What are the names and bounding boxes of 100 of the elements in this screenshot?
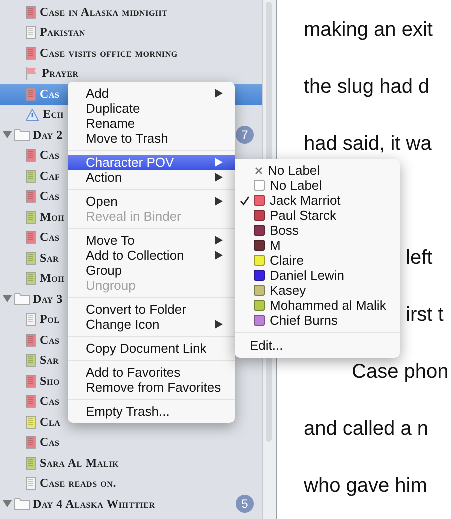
menu-item[interactable]: Convert to Folder <box>68 302 235 317</box>
binder-item[interactable]: Cas <box>0 186 60 207</box>
label-menu-item[interactable]: Mohammed al Malik <box>235 298 400 313</box>
menu-item[interactable]: Rename <box>68 116 235 131</box>
menu-item-label: Add to Collection <box>86 248 184 263</box>
binder-item[interactable]: Sar <box>0 248 60 268</box>
menu-item-label: Paul Starck <box>270 208 336 223</box>
label-menu-item[interactable]: M <box>235 238 400 253</box>
submenu-arrow-icon <box>215 320 223 329</box>
submenu-arrow-icon <box>215 89 223 98</box>
menu-item[interactable]: Group <box>68 263 235 278</box>
text-line: the slug had d <box>304 77 430 97</box>
binder-item[interactable]: Cas <box>0 392 60 412</box>
close-icon <box>254 166 264 176</box>
menu-item-label: Action <box>86 170 122 185</box>
menu-item-label: Ungroup <box>86 278 136 293</box>
label-menu-item[interactable]: Claire <box>235 253 400 268</box>
menu-item[interactable]: Duplicate <box>68 101 235 116</box>
submenu-arrow-icon <box>215 197 223 206</box>
menu-item-label: Duplicate <box>86 101 140 116</box>
binder-item[interactable]: Moh <box>0 207 65 228</box>
binder-item[interactable]: Ech <box>0 104 64 125</box>
binder-item[interactable]: Case in Alaska midnight <box>0 2 168 22</box>
text-line: irst t <box>406 305 444 325</box>
label-menu-item[interactable]: Daniel Lewin <box>235 268 400 283</box>
flag-icon <box>26 67 38 80</box>
text-line: and called a n <box>304 419 429 439</box>
menu-item[interactable]: Add <box>68 86 235 101</box>
binder-item[interactable]: Sho <box>0 371 60 392</box>
binder-item[interactable]: Prayer <box>0 64 79 84</box>
binder-item[interactable]: Case visits office morning <box>0 43 178 64</box>
text-line: left <box>406 248 433 268</box>
menu-item[interactable]: Change Icon <box>68 317 235 332</box>
menu-item[interactable]: Add to Collection <box>68 248 235 263</box>
menu-item[interactable]: Move To <box>68 233 235 248</box>
label-menu-item[interactable]: No Label <box>235 178 400 193</box>
label-menu-item[interactable]: Boss <box>235 223 400 238</box>
menu-item[interactable]: Add to Favorites <box>68 365 235 380</box>
menu-item-label: Empty Trash... <box>86 404 170 419</box>
disclosure-triangle-icon[interactable] <box>3 131 12 140</box>
menu-item-label: Character POV <box>86 155 174 170</box>
menu-item-label: Reveal in Binder <box>86 209 182 224</box>
folder-icon <box>14 498 30 510</box>
menu-item[interactable]: Edit... <box>235 337 400 354</box>
label-menu-item[interactable]: No Label <box>235 163 400 178</box>
text-line: Case phon <box>352 362 449 382</box>
disclosure-triangle-icon[interactable] <box>3 500 12 508</box>
menu-item-label: Jack Marriot <box>270 193 341 208</box>
text-line: making an exit <box>304 20 433 40</box>
folder-item[interactable]: Day 2 <box>0 125 63 146</box>
menu-item-label: No Label <box>270 178 322 193</box>
menu-item-label: Move to Trash <box>86 131 168 146</box>
text-line: who gave him <box>304 476 428 496</box>
menu-item[interactable]: Action <box>68 170 235 185</box>
menu-item-label: M <box>270 238 281 253</box>
menu-item[interactable]: Copy Document Link <box>68 341 235 356</box>
menu-item-label: No Label <box>268 163 320 178</box>
menu-item[interactable]: Empty Trash... <box>68 404 235 419</box>
menu-item-label: Group <box>86 263 122 278</box>
binder-item[interactable]: Cas <box>0 432 60 453</box>
menu-item-label: Rename <box>86 116 136 131</box>
count-badge: 7 <box>236 126 254 144</box>
binder-item[interactable]: Cla <box>0 412 61 432</box>
label-menu-item[interactable]: Chief Burns <box>235 313 400 328</box>
menu-item-label: Move To <box>86 233 135 248</box>
menu-item-label: Convert to Folder <box>86 302 186 317</box>
menu-item[interactable]: Character POV <box>68 155 235 170</box>
binder-item[interactable]: Pol <box>0 310 60 330</box>
disclosure-triangle-icon[interactable] <box>3 295 12 304</box>
menu-item-label: Copy Document Link <box>86 341 207 356</box>
label-menu-item[interactable]: Jack Marriot <box>235 193 400 208</box>
binder-item[interactable]: Sara Al Malik <box>0 453 120 474</box>
label-menu-item[interactable]: Kasey <box>235 283 400 298</box>
binder-item[interactable]: Caf <box>0 166 60 186</box>
folder-item[interactable]: Day 3 <box>0 289 63 310</box>
menu-item-label: Claire <box>270 253 304 268</box>
menu-item-label: Change Icon <box>86 317 160 332</box>
binder-item[interactable]: Cas <box>0 146 60 166</box>
menu-item-label: Chief Burns <box>270 313 338 328</box>
menu-item-label: Mohammed al Malik <box>270 298 386 313</box>
menu-item-label: Kasey <box>270 283 306 298</box>
count-badge: 5 <box>236 495 254 514</box>
binder-item[interactable]: Pakistan <box>0 22 86 43</box>
binder-item[interactable]: Cas <box>0 228 60 248</box>
menu-item-label: Daniel Lewin <box>270 268 344 283</box>
folder-icon <box>14 293 30 306</box>
folder-item[interactable]: Day 4 Alaska Whittier <box>0 494 156 514</box>
warning-triangle-icon <box>26 108 39 121</box>
binder-item[interactable]: Cas <box>0 330 60 350</box>
binder-item[interactable]: Sar <box>0 350 60 371</box>
menu-item[interactable]: Move to Trash <box>68 131 235 146</box>
menu-item[interactable]: Remove from Favorites <box>68 380 235 395</box>
menu-item-label: Add to Favorites <box>86 365 181 380</box>
menu-item[interactable]: Open <box>68 194 235 209</box>
binder-item[interactable]: Case reads on. <box>0 474 117 494</box>
text-line: had said, it wa <box>304 134 432 154</box>
binder-item[interactable]: Moh <box>0 268 65 289</box>
menu-item-label: Add <box>86 86 110 101</box>
checkmark-icon <box>240 196 250 206</box>
label-menu-item[interactable]: Paul Starck <box>235 208 400 223</box>
